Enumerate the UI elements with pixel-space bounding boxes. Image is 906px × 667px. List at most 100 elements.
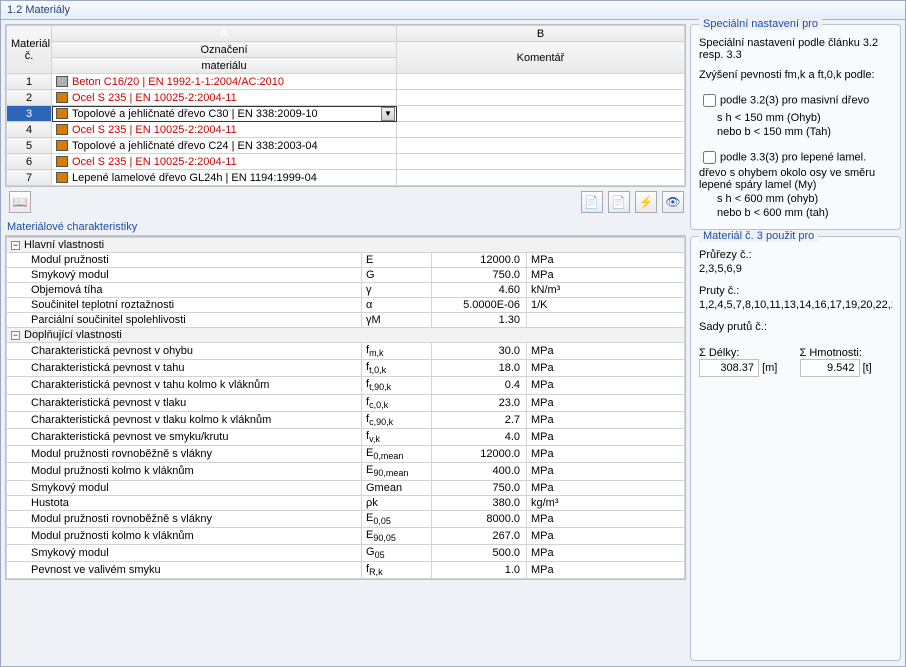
column-letter-b[interactable]: B [397, 26, 685, 42]
content: Materiál č. A B Označení Komentář materi… [1, 20, 905, 665]
export-green-button[interactable]: 📄 [581, 191, 603, 213]
property-value[interactable]: 4.60 [432, 283, 527, 298]
property-value[interactable]: 23.0 [432, 394, 527, 411]
special-option1[interactable]: podle 3.2(3) pro masivní dřevo [699, 91, 892, 110]
property-row[interactable]: Modul pružnostiE12000.0MPa [7, 253, 685, 268]
material-name-cell[interactable]: Beton C16/20 | EN 1992-1-1:2004/AC:2010 [52, 74, 397, 90]
property-row[interactable]: Modul pružnosti kolmo k vláknůmE90,05267… [7, 527, 685, 544]
property-value[interactable]: 750.0 [432, 480, 527, 495]
material-dropdown-button[interactable]: ▼ [381, 107, 395, 121]
material-comment-cell[interactable] [397, 74, 685, 90]
row-number[interactable]: 7 [7, 170, 52, 186]
material-comment-cell[interactable] [397, 90, 685, 106]
property-group[interactable]: −Doplňující vlastnosti [7, 328, 685, 343]
material-label: Ocel S 235 | EN 10025-2:2004-11 [72, 156, 237, 168]
checkbox-glulam[interactable] [703, 151, 716, 164]
material-color-swatch [56, 156, 68, 167]
material-name-cell[interactable]: Ocel S 235 | EN 10025-2:2004-11 [52, 90, 397, 106]
property-row[interactable]: Modul pružnosti rovnoběžně s vláknyE0,05… [7, 510, 685, 527]
property-row[interactable]: Modul pružnosti rovnoběžně s vláknyE0,me… [7, 446, 685, 463]
material-name-cell[interactable]: Topolové a jehličnaté dřevo C30 | EN 338… [52, 106, 397, 122]
characteristics-table[interactable]: −Hlavní vlastnostiModul pružnostiE12000.… [5, 236, 686, 580]
material-row[interactable]: 3Topolové a jehličnaté dřevo C30 | EN 33… [7, 106, 685, 122]
row-number[interactable]: 1 [7, 74, 52, 90]
property-value[interactable]: 380.0 [432, 495, 527, 510]
property-value[interactable]: 0.4 [432, 377, 527, 394]
property-unit: MPa [527, 360, 685, 377]
property-group[interactable]: −Hlavní vlastnosti [7, 238, 685, 253]
property-name: Parciální součinitel spolehlivosti [7, 313, 362, 328]
collapse-toggle-icon[interactable]: − [11, 331, 20, 340]
property-row[interactable]: Charakteristická pevnost v tahuft,0,k18.… [7, 360, 685, 377]
material-comment-cell[interactable] [397, 170, 685, 186]
row-number[interactable]: 4 [7, 122, 52, 138]
export-red-button[interactable]: 📄 [608, 191, 630, 213]
view-button[interactable]: 👁 [662, 191, 684, 213]
property-value[interactable]: 12000.0 [432, 446, 527, 463]
material-row[interactable]: 5Topolové a jehličnaté dřevo C24 | EN 33… [7, 138, 685, 154]
material-color-swatch [56, 92, 68, 103]
special-option2[interactable]: podle 3.3(3) pro lepené lamel. dřevo s o… [699, 148, 892, 191]
property-row[interactable]: Charakteristická pevnost v tlaku kolmo k… [7, 411, 685, 428]
property-value[interactable]: 1.30 [432, 313, 527, 328]
row-number[interactable]: 3 [7, 106, 52, 122]
property-value[interactable]: 500.0 [432, 544, 527, 561]
property-value[interactable]: 5.0000E-06 [432, 298, 527, 313]
property-row[interactable]: Modul pružnosti kolmo k vláknůmE90,mean4… [7, 463, 685, 480]
property-value[interactable]: 1.0 [432, 562, 527, 579]
property-value[interactable]: 18.0 [432, 360, 527, 377]
material-name-cell[interactable]: Topolové a jehličnaté dřevo C24 | EN 338… [52, 138, 397, 154]
property-row[interactable]: Hustotaρk380.0kg/m³ [7, 495, 685, 510]
material-name-cell[interactable]: Lepené lamelové dřevo GL24h | EN 1194:19… [52, 170, 397, 186]
material-comment-cell[interactable] [397, 138, 685, 154]
property-row[interactable]: Charakteristická pevnost v tahu kolmo k … [7, 377, 685, 394]
material-row[interactable]: 7Lepené lamelové dřevo GL24h | EN 1194:1… [7, 170, 685, 186]
property-row[interactable]: Smykový modulG750.0MPa [7, 268, 685, 283]
property-row[interactable]: Charakteristická pevnost v tlakufc,0,k23… [7, 394, 685, 411]
property-value[interactable]: 750.0 [432, 268, 527, 283]
material-comment-cell[interactable] [397, 122, 685, 138]
row-number[interactable]: 6 [7, 154, 52, 170]
material-row[interactable]: 1 Beton C16/20 | EN 1992-1-1:2004/AC:2010 [7, 74, 685, 90]
property-row[interactable]: Smykový modulGmean750.0MPa [7, 480, 685, 495]
property-row[interactable]: Objemová tíhaγ4.60kN/m³ [7, 283, 685, 298]
property-name: Objemová tíha [7, 283, 362, 298]
material-label: Beton C16/20 | EN 1992-1-1:2004/AC:2010 [72, 76, 284, 88]
property-row[interactable]: Pevnost ve valivém smykufR,k1.0MPa [7, 562, 685, 579]
property-unit: MPa [527, 446, 685, 463]
material-name-cell[interactable]: Ocel S 235 | EN 10025-2:2004-11 [52, 154, 397, 170]
property-name: Modul pružnosti [7, 253, 362, 268]
property-row[interactable]: Smykový modulG05500.0MPa [7, 544, 685, 561]
row-number[interactable]: 2 [7, 90, 52, 106]
material-row[interactable]: 6 Ocel S 235 | EN 10025-2:2004-11 [7, 154, 685, 170]
property-row[interactable]: Součinitel teplotní roztažnostiα5.0000E-… [7, 298, 685, 313]
property-value[interactable]: 400.0 [432, 463, 527, 480]
material-row[interactable]: 4Ocel S 235 | EN 10025-2:2004-11 [7, 122, 685, 138]
material-color-swatch [56, 108, 68, 119]
row-number[interactable]: 5 [7, 138, 52, 154]
collapse-toggle-icon[interactable]: − [11, 241, 20, 250]
material-name-cell[interactable]: Ocel S 235 | EN 10025-2:2004-11 [52, 122, 397, 138]
material-comment-cell[interactable] [397, 154, 685, 170]
property-value[interactable]: 267.0 [432, 527, 527, 544]
column-letter-a[interactable]: A [52, 26, 397, 42]
select-button[interactable]: ⚡ [635, 191, 657, 213]
checkbox-solid-wood[interactable] [703, 94, 716, 107]
property-value[interactable]: 8000.0 [432, 510, 527, 527]
library-button[interactable]: 📖 [9, 191, 31, 213]
materials-table[interactable]: Materiál č. A B Označení Komentář materi… [5, 24, 686, 187]
property-name: Charakteristická pevnost ve smyku/krutu [7, 428, 362, 445]
property-row[interactable]: Charakteristická pevnost ve smyku/krutuf… [7, 428, 685, 445]
material-row[interactable]: 2Ocel S 235 | EN 10025-2:2004-11 [7, 90, 685, 106]
property-row[interactable]: Charakteristická pevnost v ohybufm,k30.0… [7, 343, 685, 360]
property-name: Pevnost ve valivém smyku [7, 562, 362, 579]
property-name: Smykový modul [7, 268, 362, 283]
property-value[interactable]: 2.7 [432, 411, 527, 428]
property-name: Smykový modul [7, 544, 362, 561]
property-value[interactable]: 4.0 [432, 428, 527, 445]
property-unit: MPa [527, 394, 685, 411]
material-comment-cell[interactable] [397, 106, 685, 122]
property-row[interactable]: Parciální součinitel spolehlivostiγM1.30 [7, 313, 685, 328]
property-value[interactable]: 30.0 [432, 343, 527, 360]
property-value[interactable]: 12000.0 [432, 253, 527, 268]
